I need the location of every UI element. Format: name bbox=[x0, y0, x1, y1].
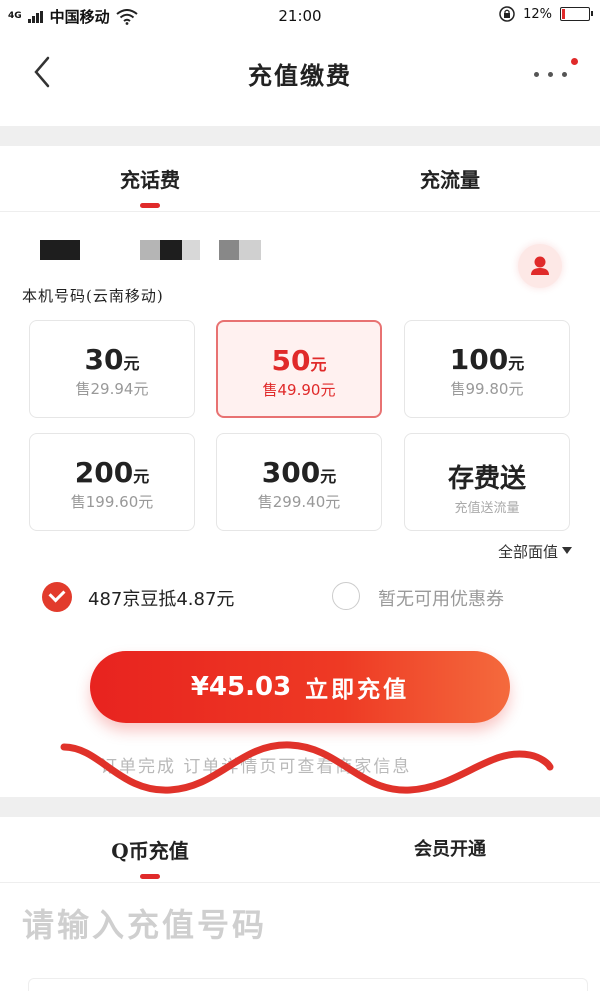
tab-label: 会员开通 bbox=[414, 839, 486, 860]
red-scribble-annotation bbox=[60, 741, 554, 794]
caret-down-icon bbox=[562, 547, 572, 554]
pay-label: 立即充值 bbox=[305, 676, 410, 703]
package-price: 售49.90元 bbox=[262, 381, 336, 399]
section-divider bbox=[0, 126, 600, 146]
package-unit: 元 bbox=[133, 467, 150, 486]
coupon-radio[interactable] bbox=[332, 582, 360, 610]
promo-subtitle: 充值送流量 bbox=[454, 501, 520, 516]
section-divider bbox=[0, 797, 600, 817]
package-card[interactable]: 200元 售199.60元 bbox=[29, 433, 195, 531]
tab-phone-credit[interactable]: 充话费 bbox=[0, 164, 300, 208]
recharge-type-tabs: 充话费 充流量 bbox=[0, 146, 600, 212]
battery-fill bbox=[562, 9, 565, 19]
battery-icon bbox=[560, 7, 593, 21]
more-dots-icon[interactable] bbox=[532, 58, 578, 84]
contact-person-icon[interactable] bbox=[518, 244, 562, 288]
tab-membership[interactable]: 会员开通 bbox=[300, 835, 600, 861]
status-bar: 4G 中国移动 21:00 12% bbox=[0, 0, 600, 34]
promo-title: 存费送 bbox=[447, 464, 526, 494]
tab-label: 充流量 bbox=[420, 168, 480, 192]
package-price: 售199.60元 bbox=[70, 493, 154, 511]
battery-percent: 12% bbox=[523, 6, 552, 22]
service-tabs: Q币充值 会员开通 bbox=[0, 817, 600, 883]
page-title: 充值缴费 bbox=[248, 61, 352, 90]
package-amount: 200 bbox=[74, 456, 134, 489]
package-amount: 300 bbox=[261, 456, 321, 489]
package-unit: 元 bbox=[310, 355, 327, 374]
recharge-number-input[interactable]: 请输入充值号码 bbox=[22, 900, 267, 946]
recharge-now-button[interactable]: ¥45.03 立即充值 bbox=[90, 651, 510, 723]
package-card[interactable]: 300元 售299.40元 bbox=[216, 433, 382, 531]
lock-rotation-icon bbox=[499, 6, 515, 22]
package-price: 售299.40元 bbox=[257, 493, 341, 511]
package-card-selected[interactable]: 50元 售49.90元 bbox=[216, 320, 382, 418]
tab-q-coin[interactable]: Q币充值 bbox=[0, 835, 300, 879]
package-amount: 100 bbox=[449, 343, 509, 376]
coupon-label: 暂无可用优惠券 bbox=[378, 589, 504, 610]
pay-amount: ¥45.03 bbox=[190, 672, 292, 702]
next-card-edge bbox=[28, 978, 588, 991]
package-card[interactable]: 100元 售99.80元 bbox=[404, 320, 570, 418]
tab-label: 充话费 bbox=[120, 168, 180, 192]
package-price: 售99.80元 bbox=[450, 380, 524, 398]
tab-label: Q币充值 bbox=[111, 839, 189, 863]
package-unit: 元 bbox=[123, 354, 140, 373]
all-values-link[interactable]: 全部面值 bbox=[498, 541, 558, 562]
active-tab-indicator bbox=[140, 874, 160, 879]
promo-card[interactable]: 存费送 充值送流量 bbox=[404, 433, 570, 531]
package-unit: 元 bbox=[508, 354, 525, 373]
active-tab-indicator bbox=[140, 203, 160, 208]
tab-data-plan[interactable]: 充流量 bbox=[300, 164, 600, 193]
beans-checkbox-checked[interactable] bbox=[42, 582, 72, 612]
package-price: 售29.94元 bbox=[75, 380, 149, 398]
beans-deduction-label: 487京豆抵4.87元 bbox=[88, 589, 235, 610]
package-card[interactable]: 30元 售29.94元 bbox=[29, 320, 195, 418]
package-amount: 30 bbox=[84, 343, 124, 376]
package-amount: 50 bbox=[271, 344, 311, 377]
phone-caption: 本机号码(云南移动) bbox=[22, 287, 164, 305]
package-unit: 元 bbox=[320, 467, 337, 486]
notification-dot bbox=[571, 58, 578, 65]
nav-bar: 充值缴费 bbox=[0, 34, 600, 114]
